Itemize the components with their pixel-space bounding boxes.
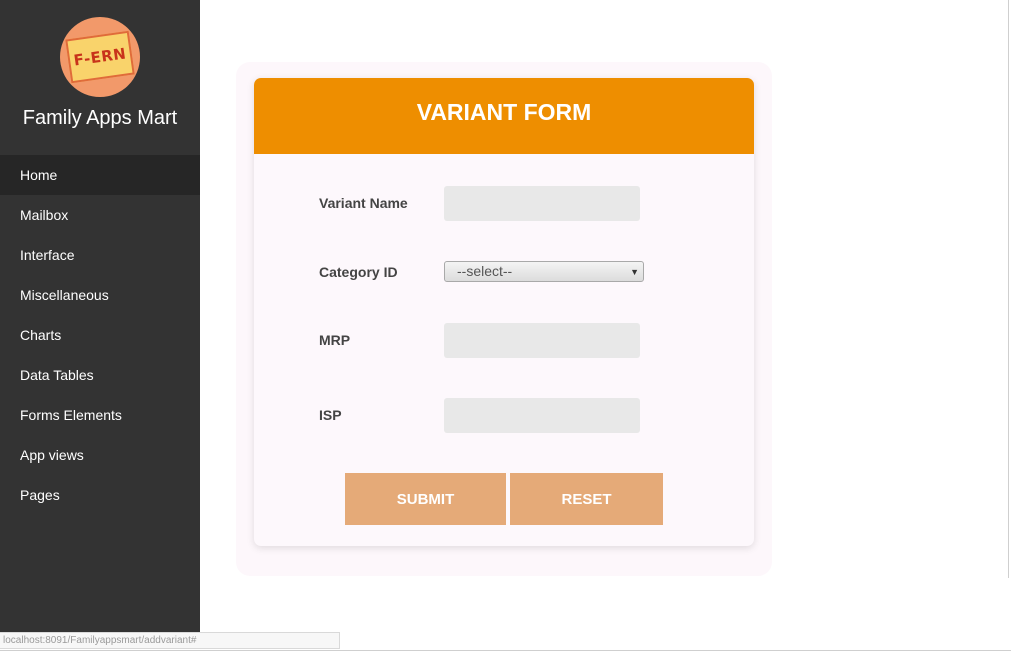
isp-input[interactable] <box>444 398 640 433</box>
reset-button[interactable]: RESET <box>510 473 663 525</box>
chevron-down-icon: ▼ <box>630 267 639 277</box>
sidebar-item-home[interactable]: Home <box>0 155 200 195</box>
variant-form-card: VARIANT FORM Variant Name Category ID --… <box>254 78 754 546</box>
category-id-select[interactable]: --select-- ▼ <box>444 261 644 282</box>
sidebar-item-forms-elements[interactable]: Forms Elements <box>0 395 200 435</box>
submit-button[interactable]: SUBMIT <box>345 473 506 525</box>
sidebar-item-data-tables[interactable]: Data Tables <box>0 355 200 395</box>
sidebar-item-charts[interactable]: Charts <box>0 315 200 355</box>
page: F-ERN Family Apps Mart Home Mailbox Inte… <box>0 0 1011 654</box>
mrp-label: MRP <box>319 332 351 348</box>
sidebar-item-pages[interactable]: Pages <box>0 475 200 515</box>
sidebar-item-miscellaneous[interactable]: Miscellaneous <box>0 275 200 315</box>
sidebar: F-ERN Family Apps Mart Home Mailbox Inte… <box>0 0 200 632</box>
status-bar-url: localhost:8091/Familyappsmart/addvariant… <box>0 632 340 649</box>
sidebar-item-app-views[interactable]: App views <box>0 435 200 475</box>
window-bottom-border <box>0 650 1011 651</box>
sidebar-item-mailbox[interactable]: Mailbox <box>0 195 200 235</box>
mrp-input[interactable] <box>444 323 640 358</box>
sidebar-item-interface[interactable]: Interface <box>0 235 200 275</box>
logo-text: F-ERN <box>72 44 128 70</box>
variant-name-label: Variant Name <box>319 195 408 211</box>
category-selected-value: --select-- <box>457 263 513 279</box>
brand-title: Family Apps Mart <box>22 107 178 129</box>
logo-badge: F-ERN <box>65 30 135 84</box>
page-border <box>1008 0 1009 578</box>
fern-logo-icon[interactable]: F-ERN <box>60 17 140 97</box>
form-header: VARIANT FORM <box>254 78 754 154</box>
variant-name-input[interactable] <box>444 186 640 221</box>
form-title: VARIANT FORM <box>416 98 592 125</box>
sidebar-nav: Home Mailbox Interface Miscellaneous Cha… <box>0 155 200 515</box>
isp-label: ISP <box>319 407 342 423</box>
category-id-label: Category ID <box>319 264 398 280</box>
